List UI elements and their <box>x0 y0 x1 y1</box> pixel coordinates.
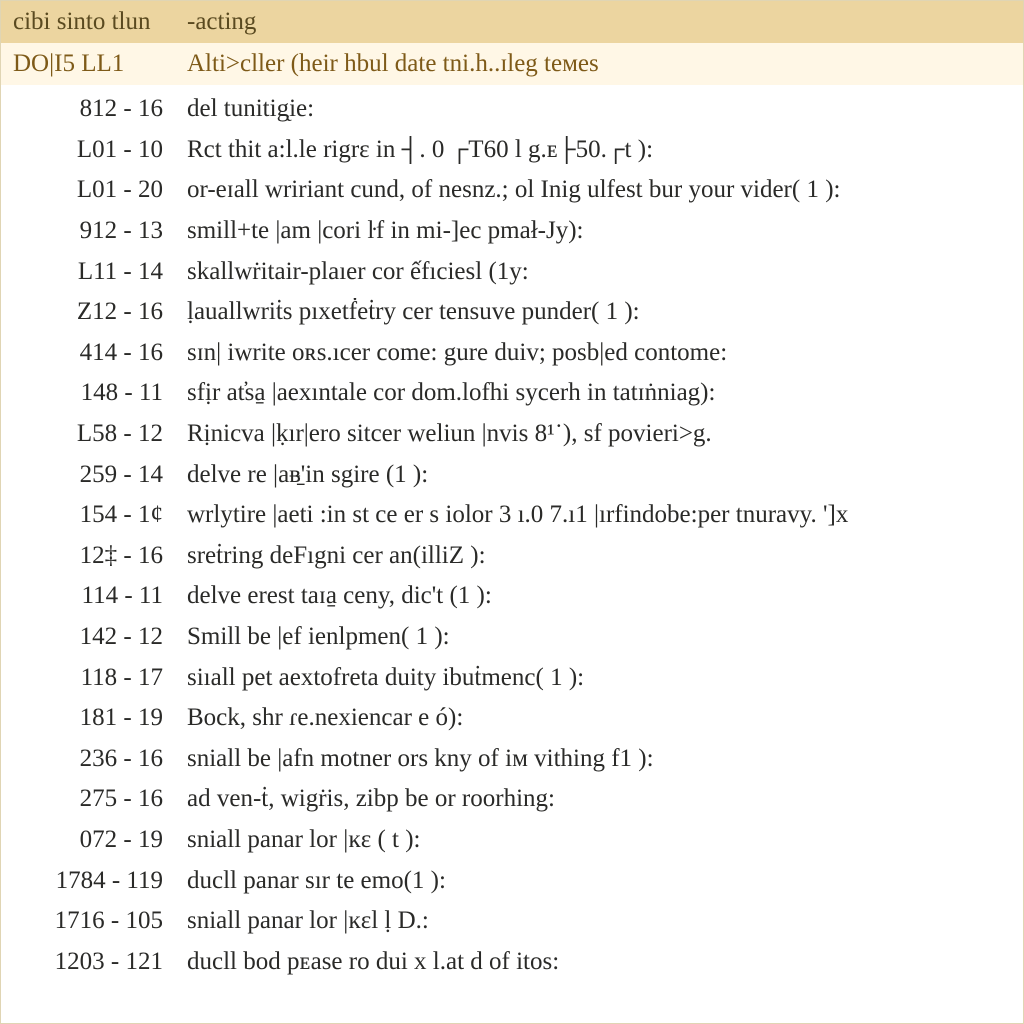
row-desc: delve re |aᴃ̱'in sgire (1 ): <box>181 461 1023 489</box>
table-row: 912 - 13smill+te |am |cori ŀf in mi-]ec … <box>1 211 1023 252</box>
row-desc: delve erest taɪa̱ ceny, dic't (1 ): <box>181 582 1023 610</box>
header-row-1: cibi sinto tlun -acting <box>1 1 1023 43</box>
row-desc: sniall panar lor |ĸɛl ḷ D.: <box>181 907 1023 935</box>
table-row: 236 - 16sniall be |afn motner ors kny of… <box>1 739 1023 780</box>
table-row: 1716 - 105sniall panar lor |ĸɛl ḷ D.: <box>1 901 1023 942</box>
row-desc: Rct thit a:l.le rigrɛ in ┤. 0 ┌T60 l g.ᴇ… <box>181 136 1023 164</box>
row-desc: siıall pet aextofreta duity ibuṫmenc( 1 … <box>181 664 1023 692</box>
table-row: 072 - 19sniall panar lor |ĸɛ ( t ): <box>1 820 1023 861</box>
row-desc: del tunitig̨ie: <box>181 95 1023 123</box>
table-row: 1203 - 121ducll bod pᴇase ro dui x l.at … <box>1 941 1023 982</box>
table-row: 142 - 12Smill be |ef ienlpmen( 1 ): <box>1 617 1023 658</box>
row-desc: ad ven-ṫ, wigṙis, zibp be or roorhing: <box>181 785 1023 813</box>
row-desc: ducll panar sır te emo(1 ): <box>181 867 1023 895</box>
row-desc: Smill be |ef ienlpmen( 1 ): <box>181 623 1023 651</box>
row-code: 118 - 17 <box>1 664 181 692</box>
row-code: Z12 - 16 <box>1 298 181 326</box>
row-code: 912 - 13 <box>1 217 181 245</box>
row-code: 142 - 12 <box>1 623 181 651</box>
row-code: 1784 - 119 <box>1 867 181 895</box>
row-code: L11 - 14 <box>1 258 181 286</box>
row-code: 812 - 16 <box>1 95 181 123</box>
row-desc: sniall be |afn motner ors kny of iᴍ vith… <box>181 745 1023 773</box>
row-code: L01 - 10 <box>1 136 181 164</box>
row-desc: wrlytire |aeti :in st ce er s iolor 3 ı.… <box>181 501 1023 529</box>
row-code: 114 - 11 <box>1 582 181 610</box>
row-code: 275 - 16 <box>1 785 181 813</box>
row-desc: Rịnicva |ḳır|ero sitcer weliun |nvis 8¹˙… <box>181 420 1023 448</box>
row-code: 154 - 1ȼ <box>1 501 181 529</box>
table-row: 275 - 16ad ven-ṫ, wigṙis, zibp be or roo… <box>1 779 1023 820</box>
header1-code: cibi sinto tlun <box>1 8 181 36</box>
table-row: 12‡ - 16sreṫring deFıgni cer an(illiZ ): <box>1 536 1023 577</box>
row-code: 414 - 16 <box>1 339 181 367</box>
data-panel: cibi sinto tlun -acting DO|I5 LL1 Alti>c… <box>0 0 1024 1024</box>
row-desc: ḷauallwriṫs pıxetḟeṫry cer tensuve punde… <box>181 298 1023 326</box>
header2-desc: Alti>cller (heir hbul date tni.h..ɪleg t… <box>181 50 1023 78</box>
table-row: 1784 - 119ducll panar sır te emo(1 ): <box>1 860 1023 901</box>
table-row: L01 - 10Rct thit a:l.le rigrɛ in ┤. 0 ┌T… <box>1 130 1023 171</box>
row-code: 1203 - 121 <box>1 948 181 976</box>
row-desc: Bock, shr ɾe.nexiencar e ó): <box>181 704 1023 732</box>
row-desc: skallwṙitair-plaıer cor ếfıciesl (1y: <box>181 258 1023 286</box>
row-code: L58 - 12 <box>1 420 181 448</box>
row-code: 1716 - 105 <box>1 907 181 935</box>
table-row: 181 - 19Bock, shr ɾe.nexiencar e ó): <box>1 698 1023 739</box>
row-code: 181 - 19 <box>1 704 181 732</box>
row-desc: sniall panar lor |ĸɛ ( t ): <box>181 826 1023 854</box>
row-desc: sreṫring deFıgni cer an(illiZ ): <box>181 542 1023 570</box>
table-row: 812 - 16del tunitig̨ie: <box>1 89 1023 130</box>
table-row: 414 - 16sɪn| iwrite oʀs.ıcer come: gure … <box>1 333 1023 374</box>
row-code: 148 - 11 <box>1 379 181 407</box>
header1-desc: -acting <box>181 8 1023 36</box>
table-row: L58 - 12Rịnicva |ḳır|ero sitcer weliun |… <box>1 414 1023 455</box>
table-row: 259 - 14delve re |aᴃ̱'in sgire (1 ): <box>1 454 1023 495</box>
table-row: Z12 - 16ḷauallwriṫs pıxetḟeṫry cer tensu… <box>1 292 1023 333</box>
row-code: 12‡ - 16 <box>1 542 181 570</box>
header2-code: DO|I5 LL1 <box>1 50 181 78</box>
row-code: L01 - 20 <box>1 176 181 204</box>
table-row: L01 - 20or-eɪall wririant cund, of nesnz… <box>1 170 1023 211</box>
header-row-2: DO|I5 LL1 Alti>cller (heir hbul date tni… <box>1 43 1023 85</box>
row-desc: smill+te |am |cori ŀf in mi-]ec pmał-Jy)… <box>181 217 1023 245</box>
row-desc: or-eɪall wririant cund, of nesnz.; ol In… <box>181 176 1023 204</box>
row-desc: ducll bod pᴇase ro dui x l.at d of itos: <box>181 948 1023 976</box>
row-code: 072 - 19 <box>1 826 181 854</box>
table-row: 148 - 11sfịr at̕sa̱ |aexıntale cor dom.l… <box>1 373 1023 414</box>
row-code: 236 - 16 <box>1 745 181 773</box>
row-desc: sɪn| iwrite oʀs.ıcer come: gure duiv; po… <box>181 339 1023 367</box>
table-row: 114 - 11delve erest taɪa̱ ceny, dic't (1… <box>1 576 1023 617</box>
table-row: 118 - 17siıall pet aextofreta duity ibuṫ… <box>1 657 1023 698</box>
table-row: 154 - 1ȼwrlytire |aeti :in st ce er s io… <box>1 495 1023 536</box>
table-row: L11 - 14skallwṙitair-plaıer cor ếfıciesl… <box>1 251 1023 292</box>
row-desc: sfịr at̕sa̱ |aexıntale cor dom.lofhi syc… <box>181 379 1023 407</box>
rows-container: 812 - 16del tunitig̨ie:L01 - 10Rct thit … <box>1 85 1023 982</box>
row-code: 259 - 14 <box>1 461 181 489</box>
